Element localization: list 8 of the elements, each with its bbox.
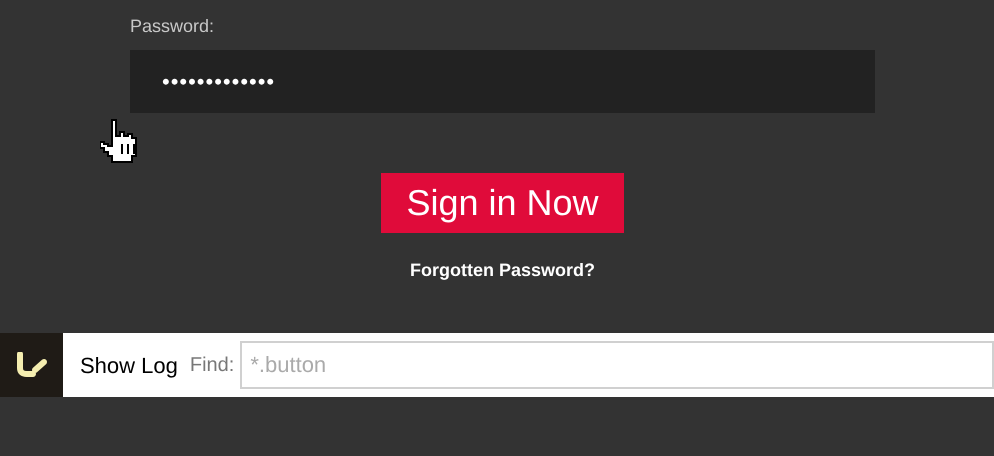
find-field[interactable]: *.button <box>240 341 994 389</box>
password-field[interactable]: ••••••••••••• <box>130 50 875 113</box>
sign-in-button[interactable]: Sign in Now <box>381 173 624 233</box>
show-log-button[interactable]: Show Log <box>80 348 178 382</box>
find-label: Find: <box>190 353 234 378</box>
password-label: Password: <box>130 15 214 38</box>
forgotten-password-link[interactable]: Forgotten Password? <box>410 257 595 284</box>
logo-icon <box>0 333 63 397</box>
